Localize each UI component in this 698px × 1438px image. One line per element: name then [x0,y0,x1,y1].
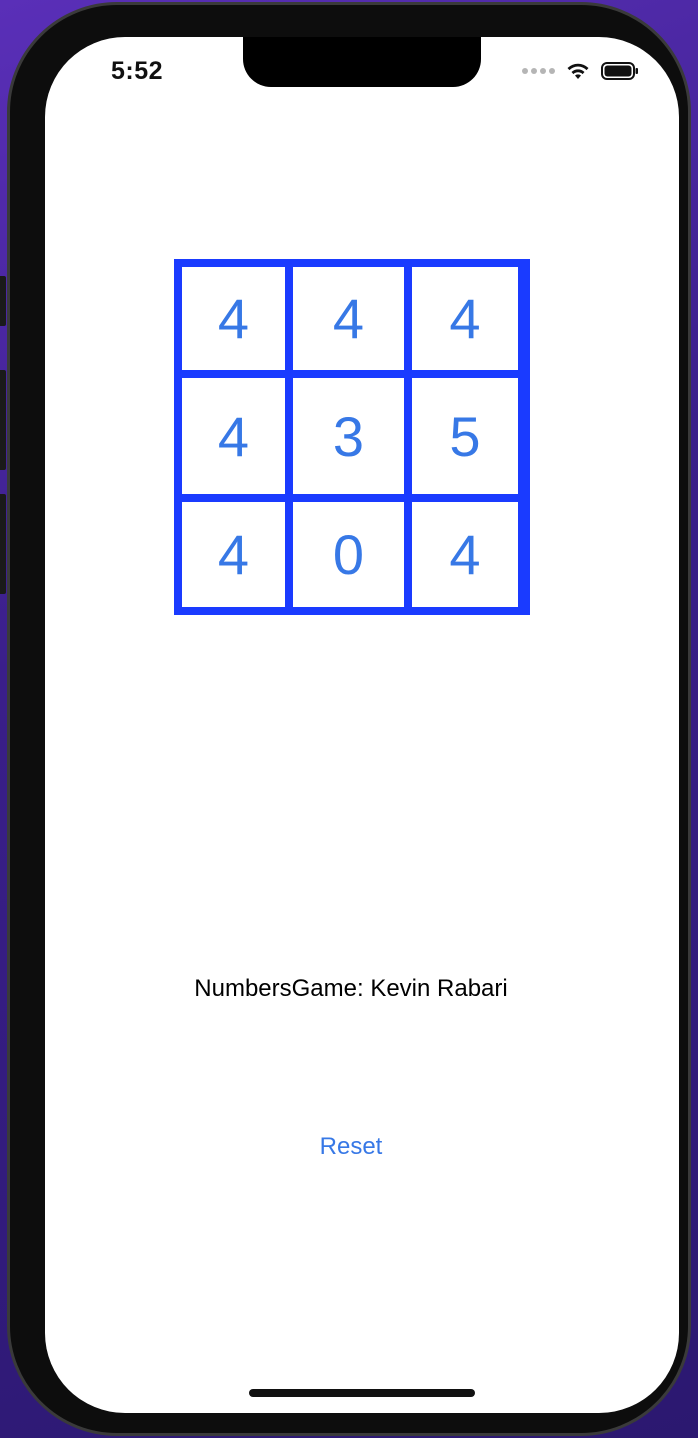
app-screen: 5:52 4 4 4 4 3 5 4 0 4 NumbersGame: Kevi… [45,37,679,1413]
notch [243,37,481,87]
phone-frame: 5:52 4 4 4 4 3 5 4 0 4 NumbersGame: Kevi… [7,2,691,1436]
wifi-icon [567,63,589,79]
status-icons [522,61,639,81]
battery-icon [601,62,638,80]
signal-dots-icon [522,68,555,74]
grid-cell[interactable]: 4 [182,502,285,607]
volume-down-button [0,494,6,594]
app-title-label: NumbersGame: Kevin Rabari [194,975,508,1002]
home-indicator[interactable] [249,1389,475,1397]
grid-cell[interactable]: 4 [293,267,404,370]
grid-cell[interactable]: 4 [182,267,285,370]
grid-cell[interactable]: 5 [412,378,518,494]
number-grid: 4 4 4 4 3 5 4 0 4 [174,259,530,615]
grid-cell[interactable]: 3 [293,378,404,494]
grid-cell[interactable]: 4 [412,267,518,370]
status-time: 5:52 [111,57,164,85]
mute-switch [0,276,6,326]
grid-cell[interactable]: 0 [293,502,404,607]
reset-button[interactable]: Reset [45,1133,657,1161]
grid-cell[interactable]: 4 [182,378,285,494]
volume-up-button [0,370,6,470]
grid-cell[interactable]: 4 [412,502,518,607]
